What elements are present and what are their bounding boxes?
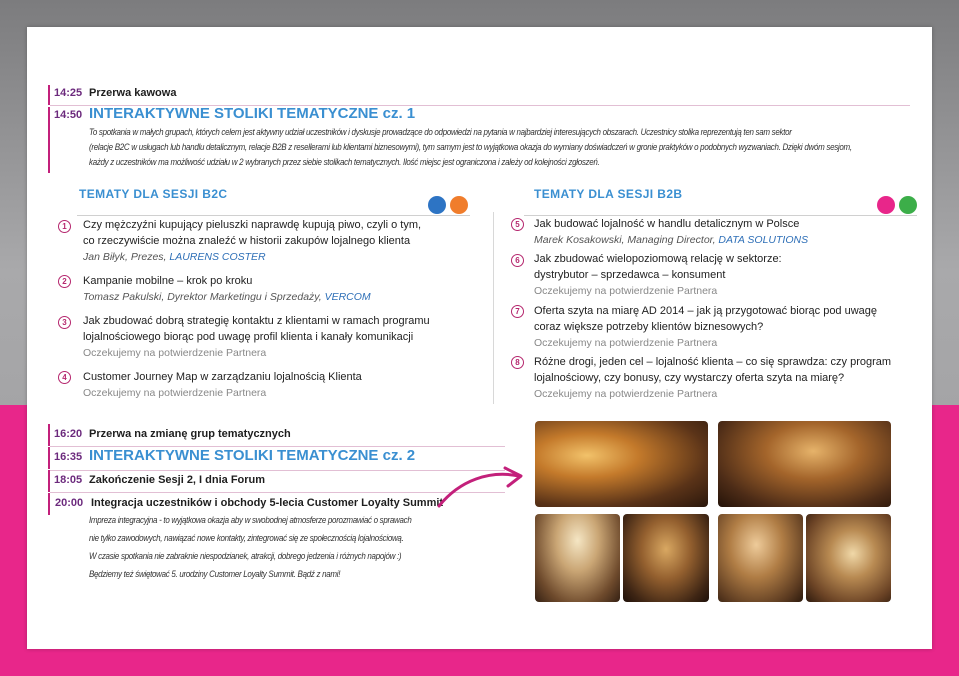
company-name: VERCOM xyxy=(324,291,371,303)
topic-number: 5 xyxy=(511,218,524,231)
party-description: nie tylko zawodowych, nawiązać nowe kont… xyxy=(89,533,404,543)
b2c-header: TEMATY DLA SESJI B2C xyxy=(79,187,228,201)
event-photo-3 xyxy=(535,514,620,602)
event-photo-5 xyxy=(718,514,803,602)
event-photo-1 xyxy=(535,421,708,507)
topic-number: 1 xyxy=(58,220,71,233)
time-marker xyxy=(48,470,50,492)
description-line: (relacje B2C w usługach lub handlu detal… xyxy=(89,142,852,152)
session-title-2: INTERAKTYWNE STOLIKI TEMATYCZNE cz. 2 xyxy=(89,447,416,464)
time-marker xyxy=(48,447,50,469)
company-name: DATA SOLUTIONS xyxy=(718,234,809,246)
session-title-1: INTERAKTYWNE STOLIKI TEMATYCZNE cz. 1 xyxy=(89,105,416,122)
schedule-label: Zakończenie Sesji 2, I dnia Forum xyxy=(89,474,266,486)
topic-title: Jak zbudować dobrą strategię kontaktu z … xyxy=(83,315,430,327)
topic-title: dystrybutor – sprzedawca – konsument xyxy=(534,269,726,281)
event-photo-4 xyxy=(623,514,709,602)
brochure-page: 14:25 Przerwa kawowa 14:50 INTERAKTYWNE … xyxy=(27,27,932,649)
time-2000: 20:00 xyxy=(55,497,84,509)
description-line: każdy z uczestników ma możliwość udziału… xyxy=(89,157,600,167)
party-description: W czasie spotkania nie zabraknie niespod… xyxy=(89,551,402,561)
time-marker xyxy=(48,107,50,173)
green-dot-icon xyxy=(899,196,917,214)
partner-pending: Oczekujemy na potwierdzenie Partnera xyxy=(83,387,267,399)
time-marker xyxy=(48,493,50,515)
description-line: To spotkania w małych grupach, których c… xyxy=(89,127,792,137)
topic-title: Czy mężczyźni kupujący pieluszki naprawd… xyxy=(83,219,422,231)
topic-title: lojalnościowy, czy bonusy, czy wystarczy… xyxy=(534,372,845,384)
time-1450: 14:50 xyxy=(54,109,83,121)
blue-dot-icon xyxy=(428,196,446,214)
topic-title: Customer Journey Map w zarządzaniu lojal… xyxy=(83,371,362,383)
party-description: Impreza integracyjna - to wyjątkowa okaz… xyxy=(89,515,412,525)
orange-dot-icon xyxy=(450,196,468,214)
topic-number: 3 xyxy=(58,316,71,329)
divider xyxy=(524,215,917,216)
topic-title: Jak zbudować wielopoziomową relację w se… xyxy=(534,253,782,265)
partner-pending: Oczekujemy na potwierdzenie Partnera xyxy=(534,285,718,297)
topic-number: 7 xyxy=(511,305,524,318)
topic-title: coraz większe potrzeby klientów biznesow… xyxy=(534,321,764,333)
column-divider xyxy=(493,212,494,404)
event-photo-6 xyxy=(806,514,891,602)
partner-pending: Oczekujemy na potwierdzenie Partnera xyxy=(534,337,718,349)
topic-speaker: Jan Biłyk, Prezes, LAURENS COSTER xyxy=(83,251,266,263)
topic-speaker: Tomasz Pakulski, Dyrektor Marketingu i S… xyxy=(83,291,371,303)
topic-number: 6 xyxy=(511,254,524,267)
topic-title: Oferta szyta na miarę AD 2014 – jak ją p… xyxy=(534,305,878,317)
time-1425: 14:25 xyxy=(54,87,83,99)
topic-title: lojalnościowego biorąc pod uwagę profil … xyxy=(83,331,414,343)
divider xyxy=(77,215,470,216)
pink-arrow-icon xyxy=(437,466,523,508)
schedule-label: Przerwa na zmianę grup tematycznych xyxy=(89,428,291,440)
topic-number: 8 xyxy=(511,356,524,369)
event-photo-2 xyxy=(718,421,891,507)
topic-title: co rzeczywiście można znaleźć w historii… xyxy=(83,235,411,247)
topic-number: 2 xyxy=(58,275,71,288)
topic-title: Kampanie mobilne – krok po kroku xyxy=(83,275,253,287)
time-marker xyxy=(48,424,50,446)
company-name: LAURENS COSTER xyxy=(169,251,266,263)
schedule-label: Integracja uczestników i obchody 5-lecia… xyxy=(91,497,444,509)
b2b-header: TEMATY DLA SESJI B2B xyxy=(534,187,683,201)
pink-dot-icon xyxy=(877,196,895,214)
partner-pending: Oczekujemy na potwierdzenie Partnera xyxy=(534,388,718,400)
topic-speaker: Marek Kosakowski, Managing Director, DAT… xyxy=(534,234,809,246)
partner-pending: Oczekujemy na potwierdzenie Partnera xyxy=(83,347,267,359)
time-1805: 18:05 xyxy=(54,474,83,486)
topic-title: Jak budować lojalność w handlu detaliczn… xyxy=(534,218,800,230)
topic-number: 4 xyxy=(58,371,71,384)
party-description: Będziemy też świętować 5. urodziny Custo… xyxy=(89,569,341,579)
topic-title: Różne drogi, jeden cel – lojalność klien… xyxy=(534,356,892,368)
break-label: Przerwa kawowa xyxy=(89,87,177,99)
time-1620: 16:20 xyxy=(54,428,83,440)
time-marker xyxy=(48,85,50,105)
time-1635: 16:35 xyxy=(54,451,83,463)
